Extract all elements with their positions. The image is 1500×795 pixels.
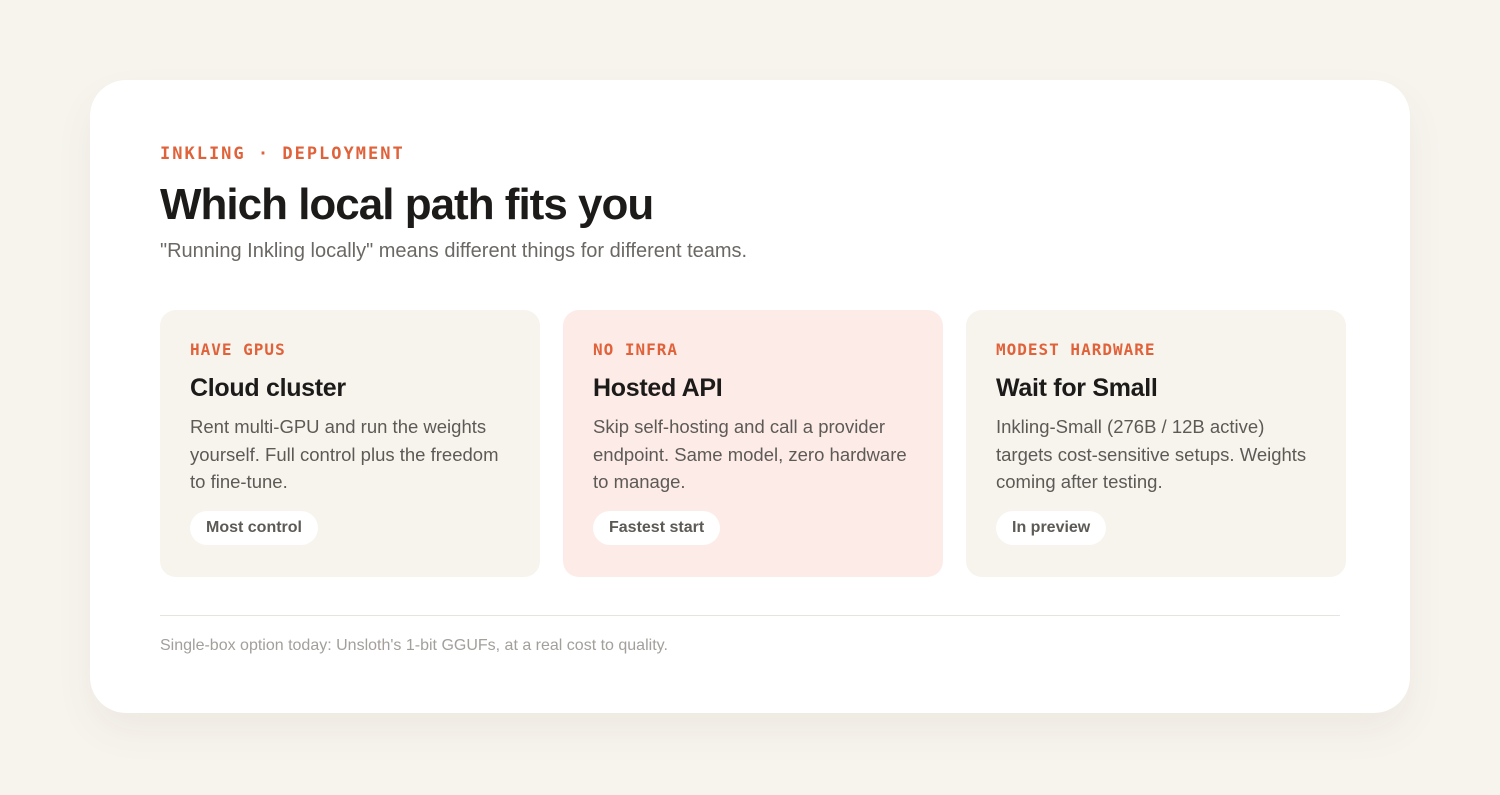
footnote: Single-box option today: Unsloth's 1-bit… bbox=[160, 637, 668, 654]
option-cloud-cluster[interactable]: HAVE GPUS Cloud cluster Rent multi-GPU a… bbox=[160, 310, 540, 577]
most-control-pill[interactable]: Most control bbox=[190, 511, 318, 545]
option-wait-for-small[interactable]: MODEST HARDWARE Wait for Small Inkling-S… bbox=[966, 310, 1346, 577]
page-subtitle: "Running Inkling locally" means differen… bbox=[160, 240, 748, 262]
option-tag: NO INFRA bbox=[593, 340, 679, 359]
option-title: Cloud cluster bbox=[190, 374, 346, 402]
option-title: Hosted API bbox=[593, 374, 723, 402]
option-hosted-api[interactable]: NO INFRA Hosted API Skip self-hosting an… bbox=[563, 310, 943, 577]
eyebrow-label: INKLING · DEPLOYMENT bbox=[160, 144, 405, 164]
option-description: Rent multi-GPU and run the weights yours… bbox=[190, 416, 499, 492]
option-description: Inkling-Small (276B / 12B active) target… bbox=[996, 416, 1307, 492]
deployment-card: INKLING · DEPLOYMENT Which local path fi… bbox=[90, 80, 1410, 713]
in-preview-pill[interactable]: In preview bbox=[996, 511, 1107, 545]
page-title: Which local path fits you bbox=[160, 180, 654, 229]
divider bbox=[160, 615, 1340, 616]
option-description: Skip self-hosting and call a provider en… bbox=[593, 416, 907, 492]
fastest-start-pill[interactable]: Fastest start bbox=[593, 511, 721, 545]
option-tag: MODEST HARDWARE bbox=[996, 340, 1156, 359]
options-grid: HAVE GPUS Cloud cluster Rent multi-GPU a… bbox=[160, 310, 1346, 577]
option-tag: HAVE GPUS bbox=[190, 340, 286, 359]
option-title: Wait for Small bbox=[996, 374, 1158, 402]
